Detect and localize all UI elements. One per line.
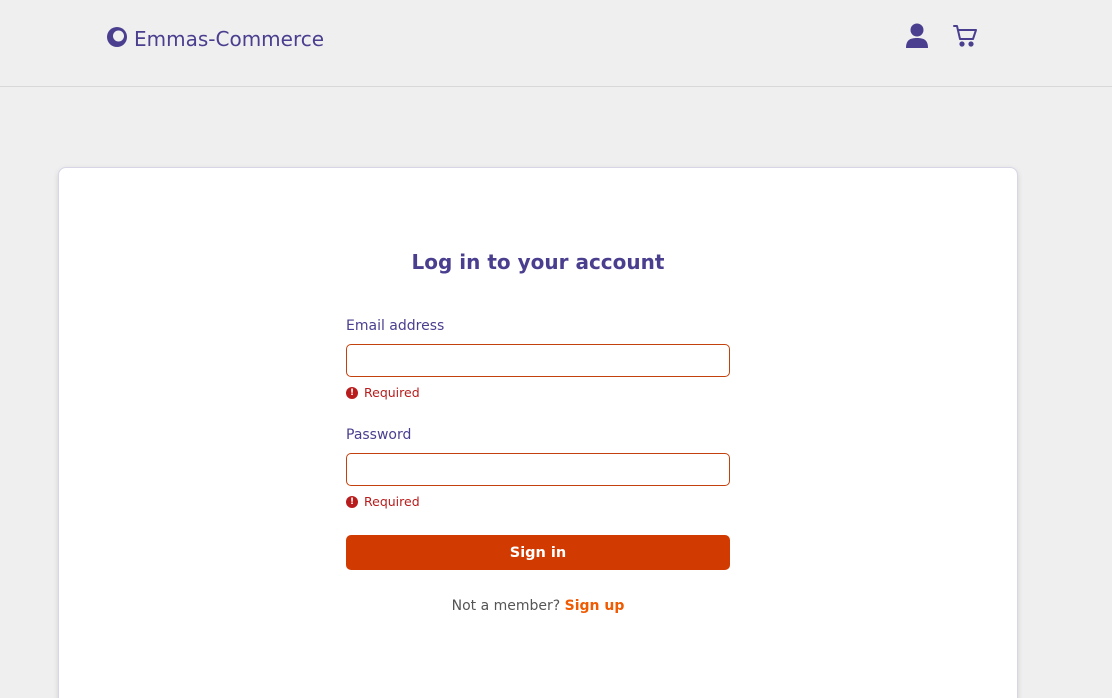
brand-name: Emmas-Commerce — [134, 27, 325, 51]
email-label: Email address — [346, 318, 445, 334]
password-error: ! Required — [346, 494, 420, 509]
signup-prompt: Not a member? Sign up — [59, 598, 1017, 614]
shopping-cart-icon[interactable] — [951, 22, 979, 50]
email-error-text: Required — [364, 385, 420, 400]
sign-up-link[interactable]: Sign up — [565, 598, 625, 614]
password-label: Password — [346, 427, 412, 443]
site-header: Emmas-Commerce — [0, 0, 1112, 87]
brand-logo-link[interactable]: Emmas-Commerce — [106, 27, 324, 51]
logo-icon — [106, 26, 128, 52]
email-field[interactable] — [346, 344, 730, 377]
exclamation-circle-icon: ! — [346, 386, 358, 399]
email-error: ! Required — [346, 385, 420, 400]
exclamation-circle-icon: ! — [346, 495, 358, 508]
login-card: Log in to your account Email address ! R… — [58, 167, 1018, 698]
password-error-text: Required — [364, 494, 420, 509]
password-field[interactable] — [346, 453, 730, 486]
not-member-text: Not a member? — [451, 598, 561, 614]
sign-in-button[interactable]: Sign in — [346, 535, 730, 570]
page-title: Log in to your account — [411, 250, 665, 274]
user-icon[interactable] — [903, 22, 931, 50]
